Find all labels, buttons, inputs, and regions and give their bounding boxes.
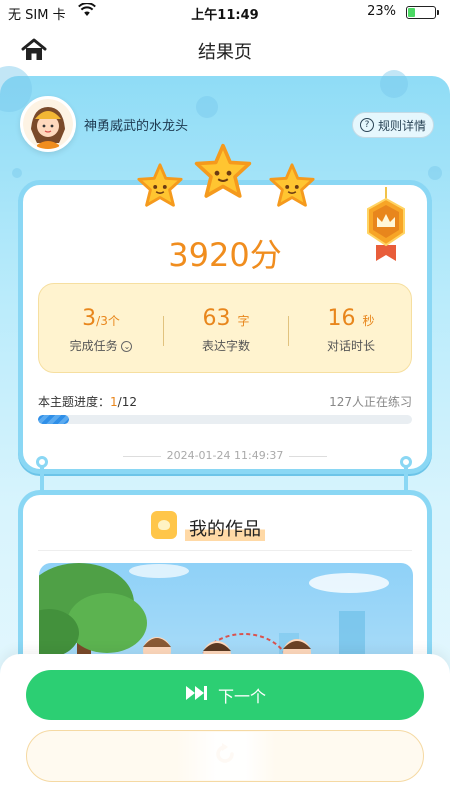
question-circle-icon: ?	[359, 118, 374, 132]
star-icon	[136, 162, 184, 214]
username: 神勇威武的水龙头	[84, 119, 189, 134]
status-bar: 无 SIM 卡 上午11:49 23%	[0, 0, 450, 24]
score-card: 3920分 3/3个 完成任务 ⌄ 63 字 表达字数 16 秒 对话时长 本主…	[18, 180, 432, 474]
stat-tasks-value: 3	[82, 306, 97, 331]
progress-bar	[38, 415, 412, 424]
stat-tasks[interactable]: 3/3个 完成任务 ⌄	[39, 284, 163, 374]
next-button[interactable]: 下一个	[26, 670, 424, 720]
stats-panel: 3/3个 完成任务 ⌄ 63 字 表达字数 16 秒 对话时长	[38, 283, 412, 373]
crown-medal-icon	[362, 187, 410, 263]
rules-button-label: 规则详情	[377, 118, 426, 133]
stat-duration-unit: 秒	[362, 314, 375, 328]
stat-tasks-unit: /3个	[96, 314, 120, 328]
stat-words: 63 字 表达字数	[164, 284, 288, 374]
stat-words-label: 表达字数	[201, 339, 250, 353]
star-icon	[193, 142, 253, 206]
topic-progress-label: 本主题进度：1/12	[38, 393, 137, 410]
works-title: 我的作品	[185, 515, 265, 541]
watermark-overlay	[176, 732, 276, 780]
next-button-label: 下一个	[217, 687, 266, 706]
avatar-girl-icon	[23, 99, 73, 149]
star-icon	[268, 162, 316, 214]
progress-label-text: 本主题进度：	[38, 395, 111, 409]
progress-total: /12	[117, 395, 137, 409]
stat-words-value: 63	[202, 306, 231, 331]
battery-percent: 23%	[367, 4, 396, 19]
battery-icon	[406, 6, 439, 19]
page-title: 结果页	[198, 42, 252, 63]
stat-duration: 16 秒 对话时长	[289, 284, 413, 374]
result-date: 2024-01-24 11:49:37	[166, 449, 284, 462]
chevron-down-icon[interactable]: ⌄	[121, 341, 133, 352]
progress-bar-fill	[38, 415, 70, 424]
avatar[interactable]	[20, 96, 76, 152]
progress-current: 1	[110, 395, 118, 409]
stat-duration-label: 对话时长	[326, 339, 375, 353]
stat-duration-value: 16	[327, 306, 356, 331]
stat-tasks-label: 完成任务	[69, 339, 118, 353]
result-date-row: 2024-01-24 11:49:37	[23, 449, 427, 462]
nav-bar: 结果页	[0, 24, 450, 76]
rules-button[interactable]: ? 规则详情	[352, 112, 434, 138]
stat-words-unit: 字	[237, 314, 250, 328]
practicing-count: 127人正在练习	[329, 395, 412, 409]
skip-next-icon	[184, 684, 208, 706]
